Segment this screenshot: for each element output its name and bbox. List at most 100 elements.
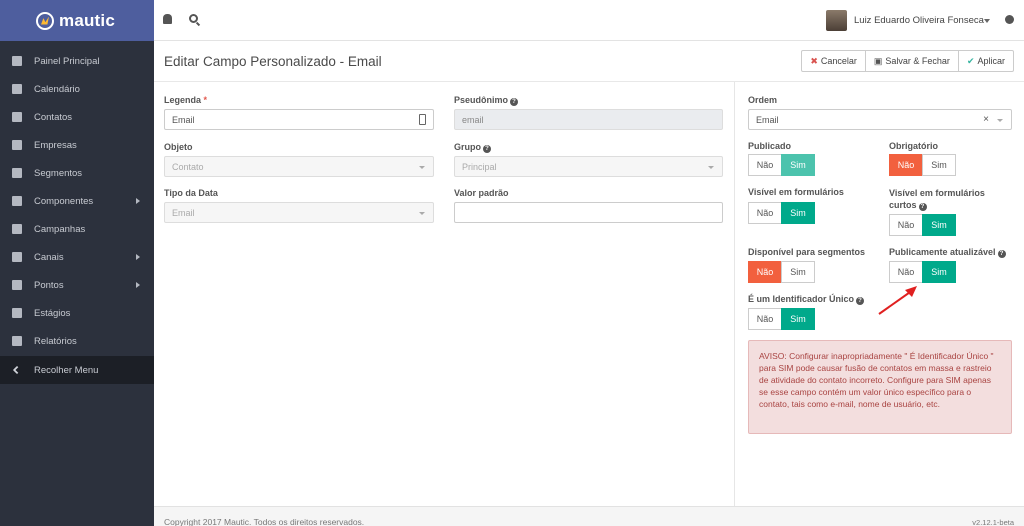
visible-short-forms-toggle: Não Sim [889,214,956,236]
sidebar-item-label: Pontos [34,279,64,291]
rss-icon [12,252,22,262]
publicly-updatable-no-button[interactable]: Não [889,261,923,283]
user-menu-name[interactable]: Luiz Eduardo Oliveira Fonseca [854,15,984,26]
visible-short-forms-label-line1: Visível em formulários [889,188,985,198]
published-yes-button[interactable]: Sim [781,154,815,176]
save-icon: ▣ [873,55,883,66]
sidebar-item-stages[interactable]: Estágios [0,299,154,327]
chevron-left-icon [12,365,22,375]
mautic-logo-icon [36,11,54,30]
unique-identifier-label-text: É um Identificador Único [748,294,855,304]
visible-short-forms-yes-button[interactable]: Sim [922,214,956,236]
question-circle-icon[interactable]: ? [856,297,865,305]
required-yes-button[interactable]: Sim [922,154,956,176]
sidebar-item-components[interactable]: Componentes [0,187,154,215]
legend-label-text: Legenda [164,95,202,105]
visible-short-forms-no-button[interactable]: Não [889,214,923,236]
sidebar-item-contacts[interactable]: Contatos [0,103,154,131]
sidebar-item-campaigns[interactable]: Campanhas [0,215,154,243]
alias-label-text: Pseudônimo [454,95,509,105]
sidebar-collapse-menu[interactable]: Recolher Menu [0,356,154,384]
chevron-right-icon [136,198,140,204]
published-no-button[interactable]: Não [748,154,782,176]
annotation-arrow-icon [878,286,917,315]
default-value-input[interactable] [454,202,723,223]
publicly-updatable-label-text: Publicamente atualizável [889,247,996,257]
footer: Copyright 2017 Mautic. Todos os direitos… [154,506,1024,526]
sidebar-item-calendar[interactable]: Calendário [0,75,154,103]
object-select-value: Contato [172,162,204,172]
bell-icon[interactable] [163,14,172,24]
required-no-button[interactable]: Não [889,154,923,176]
cancel-button[interactable]: ✖ Cancelar [801,50,866,72]
grid-icon [12,56,22,66]
required-toggle: Não Sim [889,154,956,176]
question-circle-icon[interactable]: ? [918,203,927,211]
legend-input[interactable]: Email [164,109,434,130]
alias-input-value: email [462,115,484,125]
available-segments-toggle: Não Sim [748,261,815,283]
calendar-icon [12,84,22,94]
line-chart-icon [12,336,22,346]
brand-name: mautic [59,10,115,30]
question-circle-icon[interactable]: ? [510,98,519,106]
version-text: v2.12.1-beta [972,518,1014,526]
alias-input: email [454,109,723,130]
visible-short-forms-label-line2: curtos [889,200,917,210]
puzzle-icon [12,196,22,206]
question-circle-icon[interactable]: ? [483,145,491,153]
sidebar-item-label: Relatórios [34,335,77,347]
cubes-icon [12,308,22,318]
available-segments-label: Disponível para segmentos [748,247,866,257]
page-title: Editar Campo Personalizado - Email [164,54,382,69]
save-close-button-label: Salvar & Fechar [885,56,950,66]
brand-logo[interactable]: mautic [0,0,154,41]
sidebar-item-reports[interactable]: Relatórios [0,327,154,355]
chevron-down-icon[interactable] [984,19,990,23]
default-value-label: Valor padrão [454,188,509,198]
order-select[interactable]: Email × [748,109,1012,130]
close-icon: ✖ [810,55,818,66]
visible-forms-yes-button[interactable]: Sim [781,202,815,224]
search-icon[interactable] [189,14,198,23]
group-label: Grupo? [454,142,491,153]
available-segments-no-button[interactable]: Não [748,261,782,283]
data-type-select: Email [164,202,434,223]
group-label-text: Grupo [454,142,481,152]
unique-identifier-no-button[interactable]: Não [748,308,782,330]
user-icon [12,112,22,122]
cancel-button-label: Cancelar [820,56,857,66]
available-segments-yes-button[interactable]: Sim [781,261,815,283]
apply-button-label: Aplicar [977,56,1005,66]
check-icon: ✔ [966,55,975,66]
sidebar-item-channels[interactable]: Canais [0,243,154,271]
top-navbar: Luiz Eduardo Oliveira Fonseca [154,0,1024,41]
save-close-button[interactable]: ▣ Salvar & Fechar [864,50,959,72]
data-type-select-value: Email [172,208,195,218]
publicly-updatable-toggle: Não Sim [889,261,956,283]
gear-icon[interactable] [1005,15,1014,24]
sidebar-item-label: Estágios [34,307,71,319]
sidebar-item-points[interactable]: Pontos [0,271,154,299]
avatar[interactable] [826,10,847,31]
sidebar-item-dashboard[interactable]: Painel Principal [0,47,154,75]
chevron-down-icon [997,119,1003,122]
legend-input-value: Email [172,115,195,125]
group-select[interactable]: Principal [454,156,723,177]
apply-button[interactable]: ✔ Aplicar [957,50,1014,72]
unique-identifier-toggle: Não Sim [748,308,815,330]
main-nav: Painel Principal Calendário Contatos Emp… [0,47,154,384]
question-circle-icon[interactable]: ? [997,250,1006,258]
sidebar-item-segments[interactable]: Segmentos [0,159,154,187]
sidebar-item-companies[interactable]: Empresas [0,131,154,159]
clear-icon[interactable]: × [983,114,989,125]
chevron-down-icon [708,166,714,169]
visible-forms-toggle: Não Sim [748,202,815,224]
legend-label: Legenda * [164,95,207,105]
field-form: Legenda * Email Pseudônimo? email Objeto… [154,82,734,506]
unique-identifier-label: É um Identificador Único? [748,294,865,305]
visible-forms-no-button[interactable]: Não [748,202,782,224]
publicly-updatable-yes-button[interactable]: Sim [922,261,956,283]
unique-identifier-yes-button[interactable]: Sim [781,308,815,330]
unique-identifier-warning: AVISO: Configurar inapropriadamente " É … [748,340,1012,434]
